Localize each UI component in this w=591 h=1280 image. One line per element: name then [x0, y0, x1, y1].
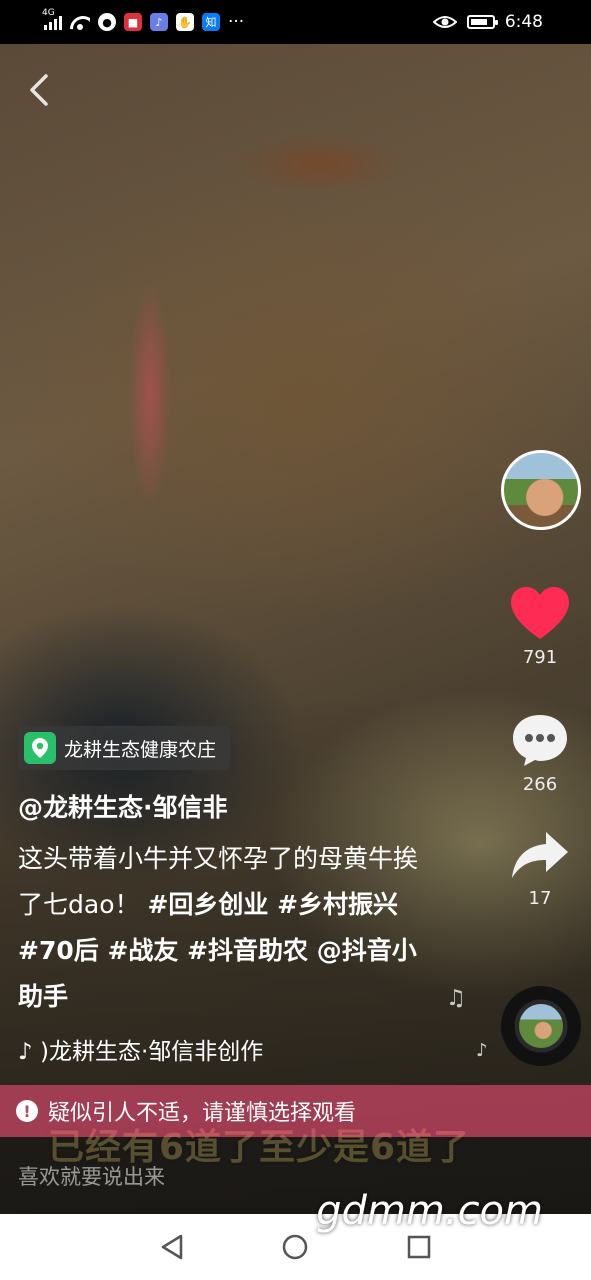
share-button[interactable]: 17 — [499, 830, 581, 909]
share-count: 17 — [528, 888, 552, 909]
signal-icon: 4G — [42, 8, 62, 30]
chevron-left-icon — [30, 74, 48, 106]
hand-app-icon: ✋ — [176, 13, 194, 31]
back-button[interactable] — [22, 70, 58, 110]
author-handle[interactable]: @龙耕生态·邹信非 — [18, 788, 228, 824]
square-recents-icon — [407, 1235, 431, 1259]
network-type: 4G — [42, 8, 55, 18]
tiktok-note-icon: ♪ — [18, 1039, 33, 1065]
wechat-icon: ● — [98, 13, 116, 31]
warning-text: 疑似引人不适，请谨慎选择观看 — [48, 1101, 357, 1126]
music-label: )龙耕生态·邹信非创作 — [40, 1039, 264, 1065]
heart-icon — [511, 587, 569, 639]
comment-placeholder: 喜欢就要说出来 — [18, 1164, 165, 1189]
location-label: 龙耕生态健康农庄 — [64, 738, 217, 761]
location-tag[interactable]: 龙耕生态健康农庄 — [18, 726, 231, 770]
author-avatar[interactable] — [501, 450, 581, 530]
status-time: 6:48 — [504, 12, 543, 32]
watermark: gdmm.com — [316, 1188, 543, 1234]
share-arrow-icon — [512, 832, 568, 878]
music-note-small-icon: ♪ — [476, 1040, 488, 1061]
music-disc[interactable] — [501, 986, 581, 1066]
nav-back-button[interactable] — [152, 1227, 192, 1267]
like-button[interactable]: 791 — [499, 585, 581, 668]
eye-comfort-icon — [432, 16, 457, 28]
warning-icon: ! — [16, 1100, 38, 1122]
wifi-icon — [70, 14, 90, 30]
music-title[interactable]: ♪ )龙耕生态·邹信非创作 — [18, 1032, 318, 1066]
video-description: 这头带着小牛并又怀孕了的母黄牛挨了七dao！ #回乡创业 #乡村振兴 #70后 … — [18, 836, 438, 1020]
more-notifications-icon: ··· — [228, 12, 245, 32]
sensitive-content-warning: ! 疑似引人不适，请谨慎选择观看 — [0, 1085, 591, 1137]
triangle-back-icon — [161, 1234, 183, 1260]
comment-count: 266 — [522, 774, 558, 795]
status-bar: 4G ● ■ ♪ ✋ 知 ··· 6:48 — [0, 0, 591, 44]
music-app-icon: ♪ — [150, 13, 168, 31]
music-cover — [519, 1004, 563, 1048]
comment-button[interactable]: 266 — [499, 712, 581, 795]
notification-app-icon: ■ — [124, 13, 142, 31]
zhihu-icon: 知 — [202, 13, 220, 31]
circle-home-icon — [283, 1234, 308, 1260]
location-pin-icon — [24, 732, 56, 764]
like-count: 791 — [522, 647, 558, 668]
battery-icon — [466, 15, 498, 29]
nav-home-button[interactable] — [275, 1227, 315, 1267]
comment-icon — [513, 715, 567, 766]
music-note-icon: ♫ — [446, 986, 466, 1011]
